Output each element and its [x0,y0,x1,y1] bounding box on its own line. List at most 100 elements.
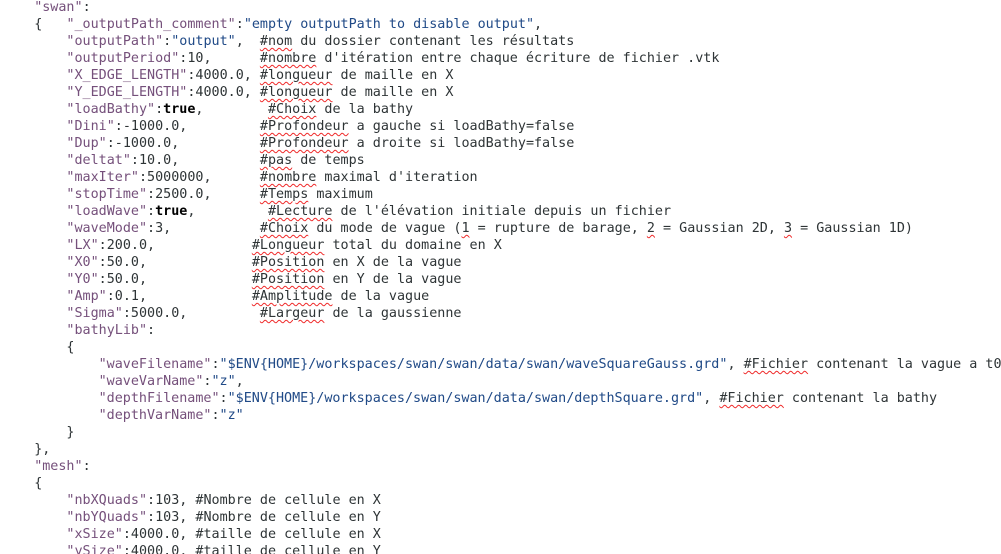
punctuation: , [147,238,252,253]
number-value: 200.0 [106,238,148,253]
string-value: "$ENV{HOME}/workspaces/swan/swan/data/sw… [219,357,728,372]
code-line[interactable]: "depthFilename":"$ENV{HOME}/workspaces/s… [99,390,937,407]
comment-text: d'itération entre chaque écriture de fic… [316,51,720,66]
code-editor[interactable]: "swan":{ "_outputPath_comment":"empty ou… [0,0,1001,554]
string-value: "z" [211,374,236,389]
punctuation: , [243,85,260,100]
code-line[interactable]: "Amp":0.1, #Amplitude de la vague [66,288,429,305]
punctuation: , [179,544,196,554]
punctuation: : [219,391,228,406]
punctuation: , [187,204,268,219]
number-value: -1000.0 [122,119,180,134]
json-key: "Sigma" [66,306,123,321]
punctuation: , [727,357,744,372]
comment-text: de la vague [332,289,430,304]
boolean-value: true [155,204,188,219]
code-line[interactable]: "waveMode":3, #Choix du mode de vague (1… [66,220,913,237]
code-line[interactable]: "X_EDGE_LENGTH":4000.0, #longueur de mai… [66,67,453,84]
number-value: 103 [155,510,180,525]
code-line[interactable]: "waveVarName":"z", [99,373,244,390]
json-key: "waveMode" [66,221,148,236]
number-value: 50.0 [106,272,139,287]
code-line[interactable]: "X0":50.0, #Position en X de la vague [66,254,461,271]
punctuation: : [163,34,172,49]
comment-word: #Fichier [719,391,784,406]
punctuation: , [534,17,543,32]
json-key: "X_EDGE_LENGTH" [66,68,188,83]
code-line[interactable]: "nbXQuads":103, #Nombre de cellule en X [66,492,380,509]
code-line[interactable]: "ySize":4000.0, #taille de cellule en Y [66,543,380,554]
comment-text: de temps [292,153,365,168]
comment-word: 3 [783,221,793,236]
punctuation: , [243,68,260,83]
punctuation: : [122,544,131,554]
code-line[interactable]: "Sigma":5000.0, #Largeur de la gaussienn… [66,305,461,322]
json-key: "bathyLib" [66,323,148,338]
code-line[interactable]: "loadWave":true, #Lecture de l'élévation… [66,203,671,220]
comment-text: #taille de cellule en X [195,527,381,542]
punctuation: { [34,17,67,32]
code-line[interactable]: "Dini":-1000.0, #Profondeur a gauche si … [66,118,574,135]
code-line[interactable]: "bathyLib": [66,322,155,339]
code-line[interactable]: } [66,424,74,441]
punctuation: , [235,34,260,49]
json-key: "swan" [34,0,83,15]
comment-text: de la gaussienne [324,306,462,321]
comment-word: #Amplitude [251,289,333,304]
number-value: 3 [155,221,164,236]
comment-text: contenant la vague a t0 [808,357,1001,372]
punctuation: , [171,153,260,168]
comment-word: #Lecture [267,204,333,219]
comment-word: #Fichier [743,357,809,372]
code-line[interactable]: "loadBathy":true, #Choix de la bathy [66,101,413,118]
punctuation: : [211,408,220,423]
code-line[interactable]: "outputPath":"output", #nom du dossier c… [66,33,574,50]
comment-word: #nom [259,34,293,49]
comment-text: maximal d'iteration [316,170,478,185]
string-value: "z" [219,408,244,423]
comment-word: #pas [259,153,293,168]
json-key: "deltat" [66,153,131,168]
punctuation: , [203,51,260,66]
punctuation: , [203,187,260,202]
code-line[interactable]: "LX":200.0, #Longueur total du domaine e… [66,237,501,254]
code-line[interactable]: "maxIter":5000000, #nombre maximal d'ite… [66,169,477,186]
code-line[interactable]: { "_outputPath_comment":"empty outputPat… [34,16,542,33]
number-value: 10 [187,51,204,66]
code-line[interactable]: "stopTime":2500.0, #Temps maximum [66,186,372,203]
comment-text: = Gaussian 2D, [654,221,784,236]
json-key: "nbXQuads" [66,493,148,508]
code-line[interactable]: "deltat":10.0, #pas de temps [66,152,364,169]
code-line[interactable]: "Dup":-1000.0, #Profondeur a droite si l… [66,135,574,152]
punctuation: : [235,17,244,32]
code-line[interactable]: "waveFilename":"$ENV{HOME}/workspaces/sw… [99,356,1001,373]
code-line[interactable]: { [66,339,74,356]
comment-word: #Profondeur [259,119,349,134]
number-value: 0.1 [114,289,139,304]
comment-word: #nombre [259,51,317,66]
punctuation: : [130,153,139,168]
code-line[interactable]: "xSize":4000.0, #taille de cellule en X [66,526,380,543]
comment-text: de maille en X [332,68,454,83]
code-line[interactable]: "mesh": [34,458,90,475]
json-key: "stopTime" [66,187,148,202]
punctuation: , [163,221,260,236]
punctuation: , [179,527,196,542]
punctuation: : [122,306,131,321]
code-line[interactable]: "Y0":50.0, #Position en Y de la vague [66,271,461,288]
code-line[interactable]: { [34,475,42,492]
punctuation: , [195,102,268,117]
code-line[interactable]: "outputPeriod":10, #nombre d'itération e… [66,50,719,67]
code-line[interactable]: "nbYQuads":103, #Nombre de cellule en Y [66,509,380,526]
code-line[interactable]: "depthVarName":"z" [99,407,244,424]
code-line[interactable]: }, [34,441,50,458]
code-line[interactable]: "Y_EDGE_LENGTH":4000.0, #longueur de mai… [66,84,453,101]
comment-text: contenant la bathy [783,391,938,406]
json-key: "waveFilename" [98,357,212,372]
comment-word: #Temps [259,187,309,202]
comment-text: de maille en X [332,85,454,100]
comment-text: a droite si loadBathy=false [348,136,575,151]
comment-word: 2 [646,221,655,236]
code-line[interactable]: "swan": [34,0,90,16]
json-key: "LX" [66,238,99,253]
